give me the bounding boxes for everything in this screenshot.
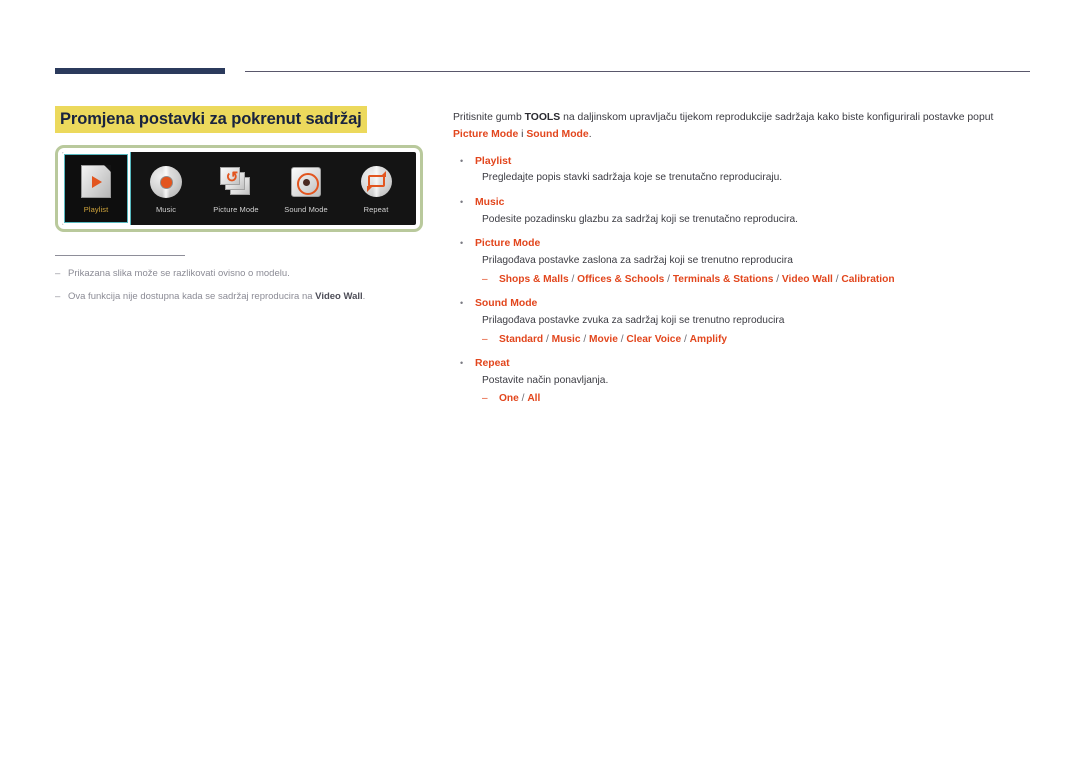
picture-mode-keyword: Picture Mode <box>453 128 519 140</box>
setting-item-music: • Music Podesite pozadinsku glazbu za sa… <box>453 195 1028 227</box>
right-column: Pritisnite gumb TOOLS na daljinskom upra… <box>453 100 1028 409</box>
music-disc-icon <box>149 165 183 199</box>
device-screenshot-frame: Playlist Music ↺ Picture Mode Sound Mode… <box>55 145 423 232</box>
setting-item-playlist: • Playlist Pregledajte popis stavki sadr… <box>453 154 1028 186</box>
playlist-file-play-icon <box>79 165 113 199</box>
footnote-dash: – <box>55 268 61 279</box>
sub-dash-glyph: – <box>482 273 488 285</box>
bullet-glyph: • <box>460 298 464 309</box>
menu-item-repeat[interactable]: Repeat <box>342 152 410 225</box>
setting-item-repeat: • Repeat Postavite način ponavljanja. – … <box>453 356 1028 407</box>
footnotes-divider <box>55 255 185 256</box>
setting-options: Standard / Music / Movie / Clear Voice /… <box>499 333 728 345</box>
setting-title: Picture Mode <box>475 238 541 250</box>
footnote-row: – Prikazana slika može se razlikovati ov… <box>55 268 427 280</box>
menu-item-label: Sound Mode <box>284 205 328 215</box>
menu-item-music[interactable]: Music <box>132 152 200 225</box>
bullet-glyph: • <box>460 357 464 368</box>
bullet-glyph: • <box>460 197 464 208</box>
setting-options: One / All <box>499 393 541 405</box>
page-title: Promjena postavki za pokrenut sadržaj <box>55 106 367 134</box>
menu-item-label: Playlist <box>83 205 109 215</box>
menu-item-sound-mode[interactable]: Sound Mode <box>272 152 340 225</box>
footnote-dash: – <box>55 291 61 303</box>
tools-button-keyword: TOOLS <box>524 112 561 124</box>
footnote-row: – Ova funkcija nije dostupna kada se sad… <box>55 291 427 303</box>
sound-mode-keyword: Sound Mode <box>526 128 589 140</box>
setting-description: Prilagođava postavke zaslona za sadržaj … <box>482 255 793 267</box>
repeat-loop-icon <box>359 165 393 199</box>
setting-item-picture-mode: • Picture Mode Prilagođava postavke zasl… <box>453 236 1028 287</box>
bullet-glyph: • <box>460 155 464 166</box>
footnotes: – Prikazana slika može se razlikovati ov… <box>55 255 427 315</box>
setting-title: Repeat <box>475 357 510 369</box>
device-menu-bar: Playlist Music ↺ Picture Mode Sound Mode… <box>62 152 416 225</box>
menu-item-label: Music <box>155 205 177 215</box>
picture-mode-stack-refresh-icon: ↺ <box>219 165 253 199</box>
sub-dash-glyph: – <box>482 393 488 405</box>
setting-description: Prilagođava postavke zvuka za sadržaj ko… <box>482 314 785 326</box>
setting-description: Pregledajte popis stavki sadržaja koje s… <box>482 172 783 184</box>
menu-item-picture-mode[interactable]: ↺ Picture Mode <box>202 152 270 225</box>
menu-item-label: Picture Mode <box>213 205 259 215</box>
setting-description: Podesite pozadinsku glazbu za sadržaj ko… <box>482 213 798 225</box>
sub-dash-glyph: – <box>482 333 488 345</box>
setting-options-row: – One / All <box>482 391 1028 406</box>
footnote-text: Ova funkcija nije dostupna kada se sadrž… <box>68 291 366 303</box>
footnote-text: Prikazana slika može se razlikovati ovis… <box>68 268 290 279</box>
manual-page: Promjena postavki za pokrenut sadržaj Pl… <box>0 0 1080 763</box>
header-accent-rule <box>55 68 225 74</box>
setting-title: Music <box>475 197 505 209</box>
sound-mode-speaker-icon <box>289 165 323 199</box>
setting-title: Playlist <box>475 155 512 167</box>
menu-item-label: Repeat <box>363 205 389 215</box>
intro-paragraph: Pritisnite gumb TOOLS na daljinskom upra… <box>453 112 994 140</box>
setting-title: Sound Mode <box>475 298 538 310</box>
setting-options: Shops & Malls / Offices & Schools / Term… <box>499 273 895 285</box>
menu-item-playlist[interactable]: Playlist <box>62 152 131 225</box>
setting-options-row: – Shops & Malls / Offices & Schools / Te… <box>482 272 1028 287</box>
header-thin-rule <box>245 71 1030 72</box>
left-column: Promjena postavki za pokrenut sadržaj <box>55 95 427 144</box>
bullet-glyph: • <box>460 238 464 249</box>
setting-item-sound-mode: • Sound Mode Prilagođava postavke zvuka … <box>453 296 1028 347</box>
setting-options-row: – Standard / Music / Movie / Clear Voice… <box>482 332 1028 347</box>
setting-description: Postavite način ponavljanja. <box>482 374 609 386</box>
